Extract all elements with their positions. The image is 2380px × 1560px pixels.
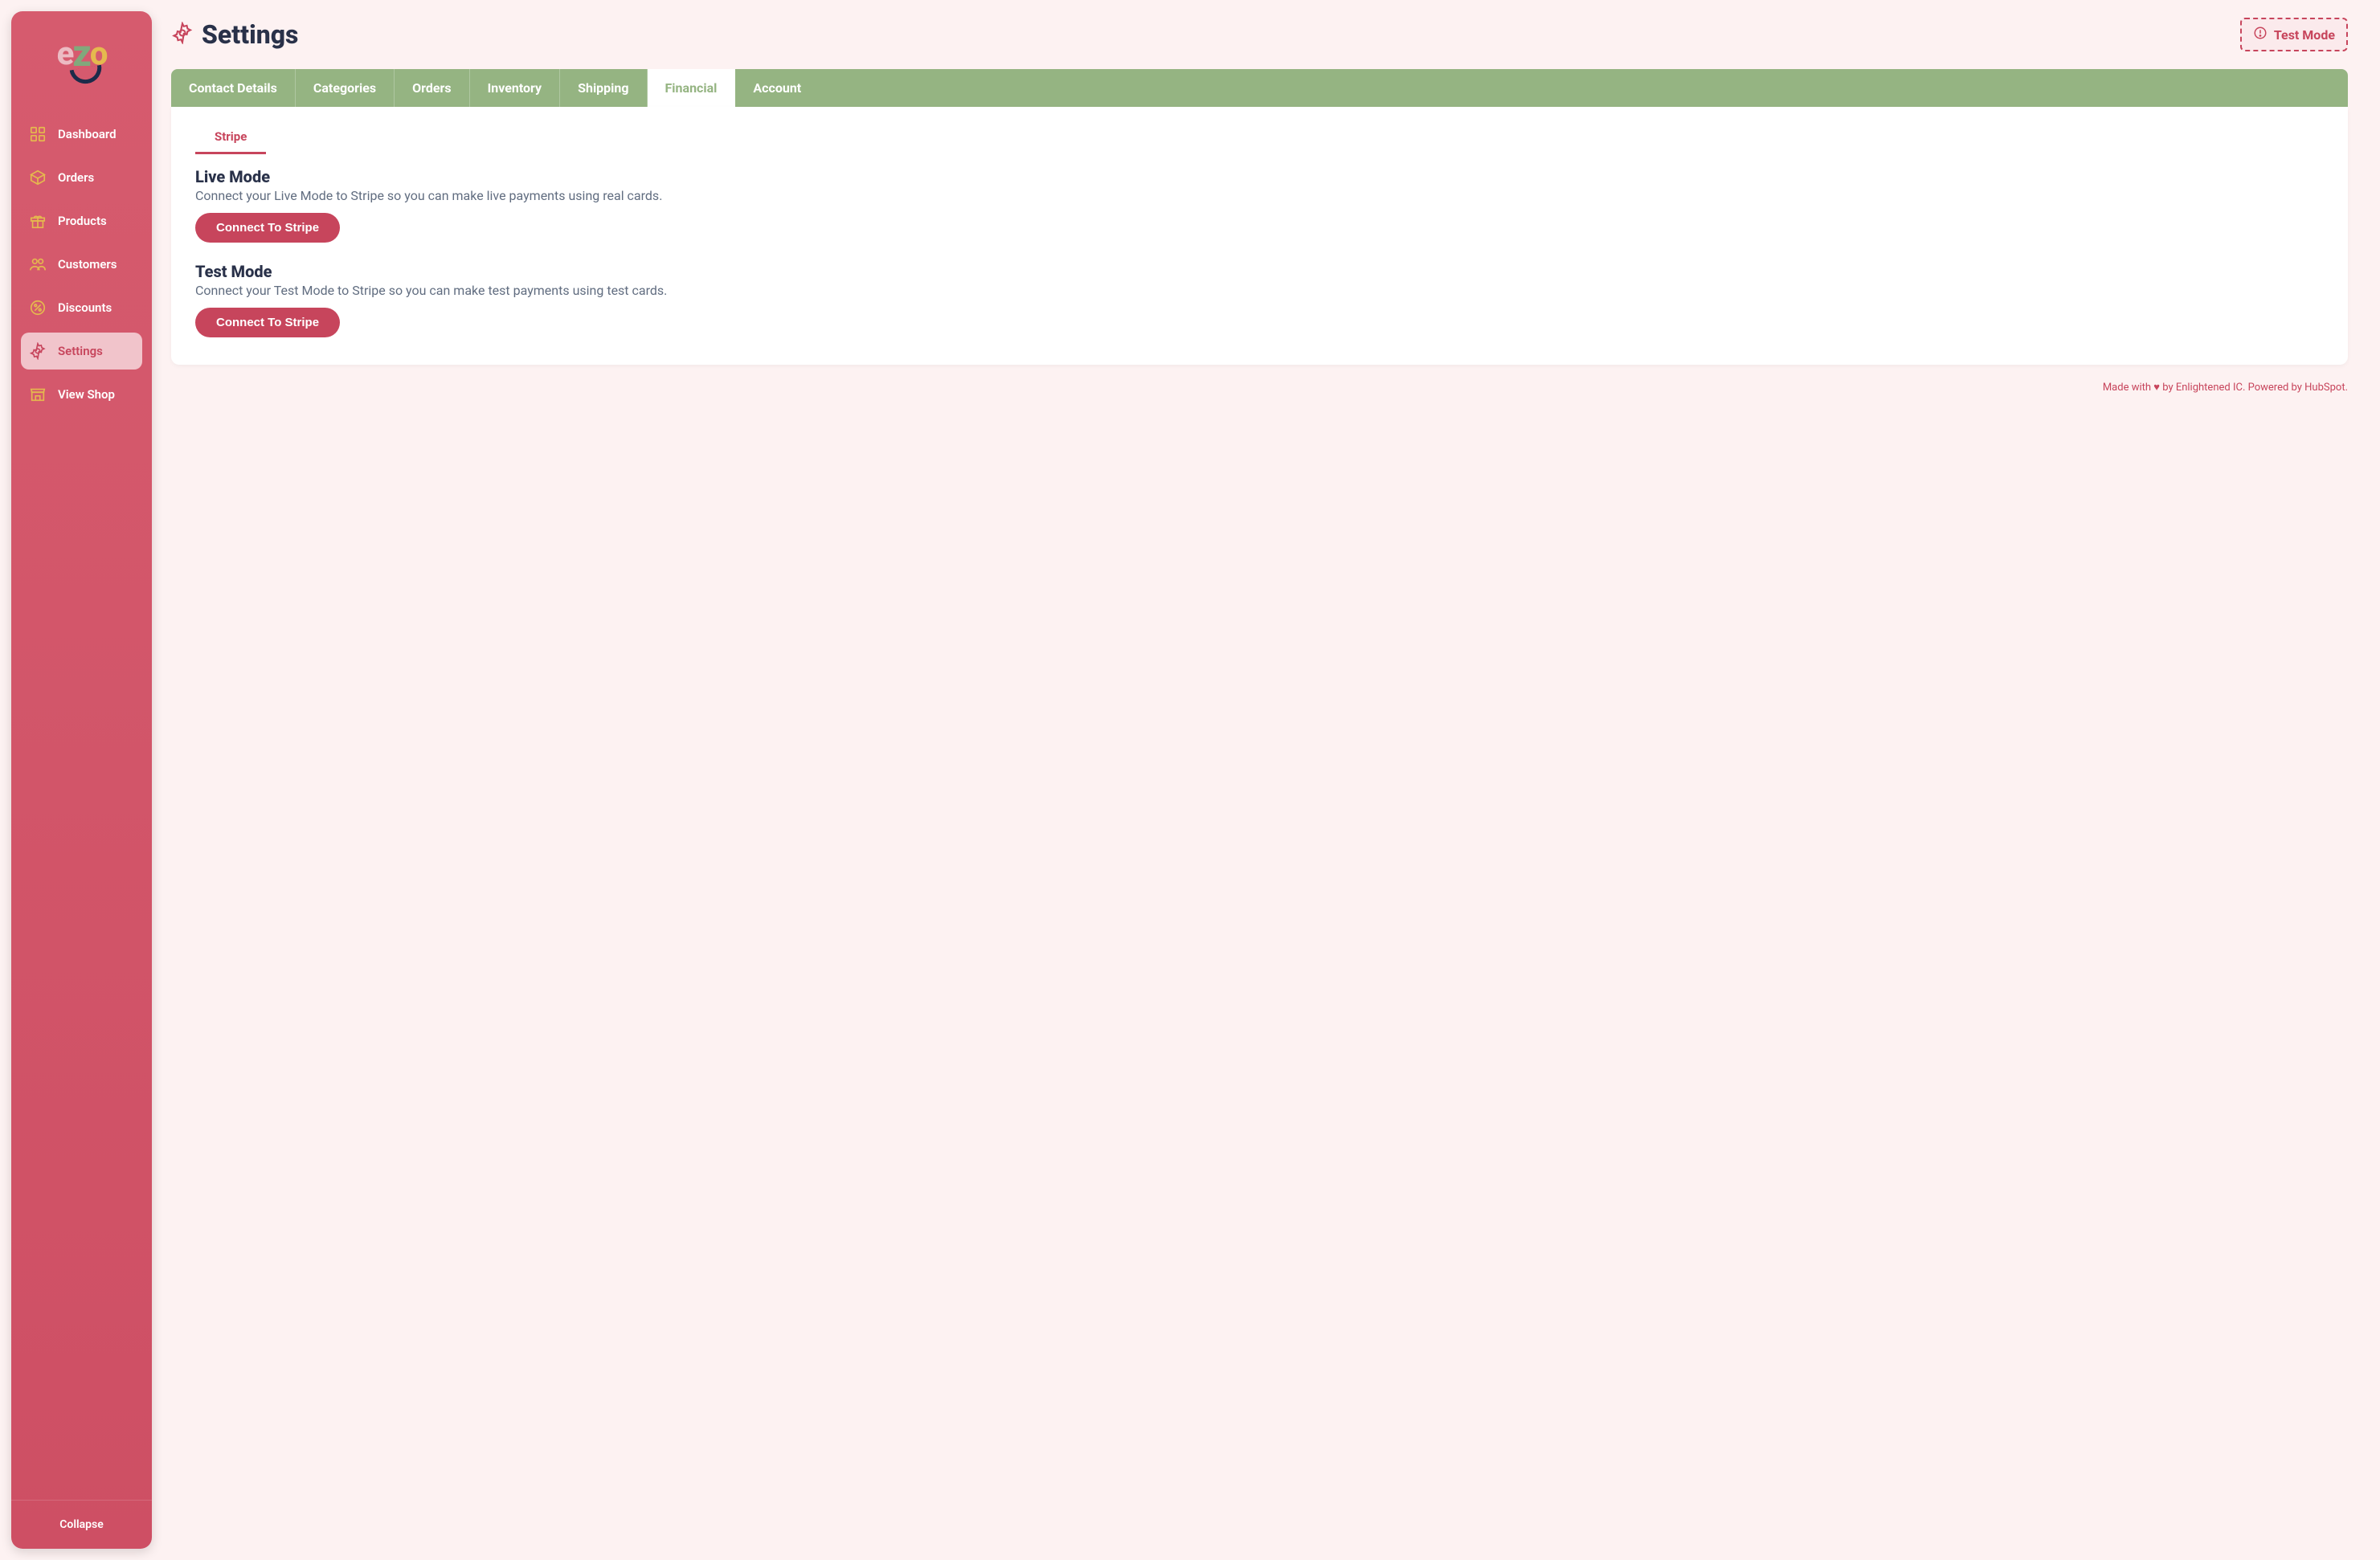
collapse-label: Collapse bbox=[59, 1518, 103, 1531]
sidebar-item-label: Products bbox=[58, 214, 107, 228]
sidebar-item-view-shop[interactable]: View Shop bbox=[21, 376, 142, 413]
tab-inventory[interactable]: Inventory bbox=[470, 69, 561, 107]
heart-icon: ♥ bbox=[2153, 382, 2160, 394]
tab-financial[interactable]: Financial bbox=[648, 69, 736, 107]
connect-stripe-test-button[interactable]: Connect To Stripe bbox=[195, 308, 340, 337]
grid-icon bbox=[29, 125, 47, 143]
sidebar-item-label: Settings bbox=[58, 344, 103, 358]
connect-stripe-live-button[interactable]: Connect To Stripe bbox=[195, 213, 340, 243]
gear-icon bbox=[171, 22, 194, 47]
gift-icon bbox=[29, 212, 47, 230]
sidebar-item-customers[interactable]: Customers bbox=[21, 246, 142, 283]
sidebar-item-settings[interactable]: Settings bbox=[21, 333, 142, 370]
sidebar-item-products[interactable]: Products bbox=[21, 202, 142, 239]
test-mode-title: Test Mode bbox=[195, 262, 2324, 281]
footer-credit: Made with ♥ by Enlightened IC. Powered b… bbox=[171, 381, 2348, 402]
tab-shipping[interactable]: Shipping bbox=[560, 69, 647, 107]
package-icon bbox=[29, 169, 47, 186]
sidebar-item-discounts[interactable]: Discounts bbox=[21, 289, 142, 326]
subtabs: Stripe bbox=[195, 121, 2324, 154]
percent-icon bbox=[29, 299, 47, 316]
sidebar: ezo Dashboard Orders Products bbox=[11, 11, 152, 1549]
test-mode-desc: Connect your Test Mode to Stripe so you … bbox=[195, 283, 2324, 298]
shop-icon bbox=[29, 386, 47, 403]
sidebar-item-dashboard[interactable]: Dashboard bbox=[21, 116, 142, 153]
sidebar-item-label: Orders bbox=[58, 170, 94, 185]
subtab-stripe[interactable]: Stripe bbox=[195, 121, 266, 154]
tab-categories[interactable]: Categories bbox=[296, 69, 395, 107]
app-root: ezo Dashboard Orders Products bbox=[0, 0, 2380, 1560]
gear-icon bbox=[29, 342, 47, 360]
sidebar-item-label: Discounts bbox=[58, 300, 112, 315]
tab-orders[interactable]: Orders bbox=[395, 69, 469, 107]
sidebar-item-label: View Shop bbox=[58, 387, 115, 402]
sidebar-item-label: Dashboard bbox=[58, 127, 117, 141]
collapse-button[interactable]: Collapse bbox=[11, 1500, 152, 1549]
tab-contact-details[interactable]: Contact Details bbox=[171, 69, 296, 107]
live-mode-title: Live Mode bbox=[195, 167, 2324, 186]
sidebar-nav: Dashboard Orders Products Customers bbox=[11, 116, 152, 1500]
tab-account[interactable]: Account bbox=[735, 69, 819, 107]
alert-circle-icon bbox=[2253, 26, 2268, 43]
sidebar-item-orders[interactable]: Orders bbox=[21, 159, 142, 196]
page-title: Settings bbox=[202, 19, 298, 50]
people-icon bbox=[29, 255, 47, 273]
test-mode-badge: Test Mode bbox=[2240, 18, 2348, 51]
main-content: Settings Test Mode Contact Details Categ… bbox=[171, 11, 2369, 1549]
test-mode-section: Test Mode Connect your Test Mode to Stri… bbox=[195, 262, 2324, 337]
live-mode-desc: Connect your Live Mode to Stripe so you … bbox=[195, 188, 2324, 203]
settings-tabs: Contact Details Categories Orders Invent… bbox=[171, 69, 2348, 107]
sidebar-item-label: Customers bbox=[58, 257, 117, 272]
page-header: Settings Test Mode bbox=[171, 18, 2348, 51]
settings-panel: Stripe Live Mode Connect your Live Mode … bbox=[171, 107, 2348, 365]
logo: ezo bbox=[11, 11, 152, 116]
footer-prefix: Made with bbox=[2103, 382, 2153, 394]
logo-letter-e: e bbox=[57, 35, 73, 72]
footer-mid: by Enlightened IC. Powered by HubSpot. bbox=[2160, 382, 2348, 394]
live-mode-section: Live Mode Connect your Live Mode to Stri… bbox=[195, 167, 2324, 243]
test-mode-label: Test Mode bbox=[2274, 27, 2335, 43]
page-title-wrap: Settings bbox=[171, 19, 298, 50]
